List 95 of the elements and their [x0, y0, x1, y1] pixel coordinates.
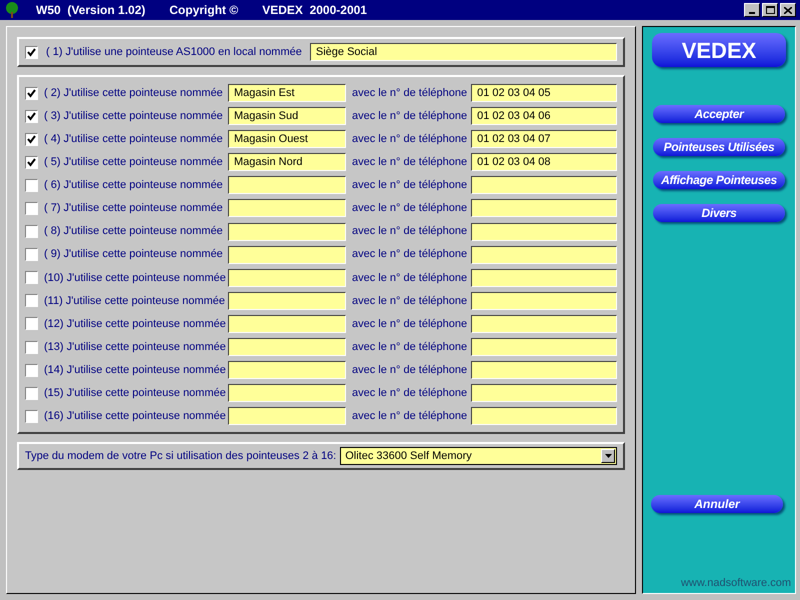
phone-label: avec le n° de téléphone — [352, 247, 468, 262]
phone-label: avec le n° de téléphone — [352, 224, 468, 240]
checkbox-label: (12) J'utilise cette pointeuse nommée — [44, 316, 227, 332]
checkbox-label: ( 6) J'utilise cette pointeuse nommée — [44, 178, 224, 194]
input-field[interactable] — [228, 338, 346, 356]
checkbox-label: (16) J'utilise cette pointeuse nommée — [44, 409, 227, 424]
checkbox[interactable] — [25, 156, 38, 169]
input-field[interactable] — [471, 292, 617, 310]
phone-label: avec le n° de téléphone — [352, 178, 468, 194]
checkbox[interactable] — [25, 410, 38, 423]
checkbox[interactable] — [25, 132, 38, 146]
checkbox-label: ( 1) J'utilise une pointeuse AS1000 en local nommée — [46, 44, 302, 60]
phone-label: avec le n° de téléphone — [352, 386, 468, 401]
window-title: VEDEX 2000-2001 — [262, 2, 367, 19]
tree-icon — [4, 2, 20, 18]
input-field[interactable] — [228, 314, 346, 333]
input-field[interactable] — [471, 314, 617, 333]
checkbox-label: (14) J'utilise cette pointeuse nommée — [44, 362, 227, 378]
checkbox-label: ( 5) J'utilise cette pointeuse nommée — [44, 155, 224, 170]
window-title: Copyright © — [169, 2, 238, 19]
input-field[interactable]: Magasin Sud — [228, 107, 346, 126]
cancel-button[interactable]: Annuler — [651, 495, 783, 513]
phone-label: avec le n° de téléphone — [352, 340, 468, 355]
sidebar-button[interactable]: Divers — [653, 204, 785, 222]
checkbox-label: ( 2) J'utilise cette pointeuse nommée — [44, 86, 224, 101]
checkbox[interactable] — [25, 340, 38, 354]
input-field[interactable] — [471, 246, 617, 264]
maximize-button[interactable] — [762, 3, 778, 17]
checkbox-label: (11) J'utilise cette pointeuse nommée — [44, 294, 226, 309]
input-field[interactable]: Magasin Ouest — [228, 130, 346, 148]
checkbox-label: ( 4) J'utilise cette pointeuse nommée — [44, 132, 224, 147]
phone-label: avec le n° de téléphone — [352, 409, 468, 424]
checkbox[interactable] — [25, 225, 38, 238]
website-url: www.nadsoftware.com — [680, 576, 791, 590]
input-field[interactable] — [471, 407, 617, 426]
checkbox[interactable] — [25, 202, 38, 215]
checkbox[interactable] — [25, 86, 38, 100]
checkbox-label: (10) J'utilise cette pointeuse nommée — [44, 270, 227, 286]
input-field[interactable] — [228, 292, 346, 310]
input-field[interactable] — [228, 268, 346, 287]
checkbox[interactable] — [25, 46, 38, 58]
phone-label: avec le n° de téléphone — [352, 108, 468, 124]
window-title: W50 (Version 1.02) — [36, 2, 146, 19]
phone-label: avec le n° de téléphone — [352, 294, 468, 309]
input-field[interactable] — [471, 361, 617, 380]
checkbox-label: ( 9) J'utilise cette pointeuse nommée — [44, 247, 224, 262]
checkbox[interactable] — [25, 386, 38, 400]
checkbox[interactable] — [25, 178, 38, 192]
phone-label: avec le n° de téléphone — [352, 362, 468, 378]
input-field[interactable] — [228, 199, 346, 218]
phone-label: avec le n° de téléphone — [352, 316, 468, 332]
checkbox[interactable] — [25, 271, 38, 284]
input-field[interactable] — [471, 384, 617, 402]
checkbox[interactable] — [25, 317, 38, 330]
input-field[interactable]: 01 02 03 04 08 — [471, 153, 617, 172]
close-icon — [784, 6, 792, 14]
checkbox[interactable] — [25, 294, 38, 308]
checkbox-label: (13) J'utilise cette pointeuse nommée — [44, 340, 227, 355]
input-field[interactable]: 01 02 03 04 05 — [471, 84, 617, 102]
checkbox[interactable] — [25, 364, 38, 377]
input-field[interactable] — [228, 407, 346, 426]
input-field[interactable] — [228, 246, 346, 264]
input-field[interactable] — [228, 384, 346, 402]
checkbox-label: ( 7) J'utilise cette pointeuse nommée — [44, 201, 224, 216]
input-field[interactable]: 01 02 03 04 06 — [471, 107, 617, 126]
close-button[interactable] — [780, 3, 796, 17]
phone-label: avec le n° de téléphone — [352, 155, 468, 170]
checkbox[interactable] — [25, 248, 38, 262]
input-field[interactable] — [228, 176, 346, 194]
sidebar-button[interactable]: Affichage Pointeuses — [653, 171, 785, 189]
sidebar-button[interactable]: Accepter — [653, 105, 785, 123]
input-field[interactable] — [228, 361, 346, 380]
checkbox-label: ( 8) J'utilise cette pointeuse nommée — [44, 224, 224, 240]
input-field[interactable] — [228, 222, 346, 241]
checkbox[interactable] — [25, 110, 38, 123]
phone-label: avec le n° de téléphone — [352, 132, 468, 147]
input-field[interactable] — [471, 268, 617, 287]
checkbox-label: (15) J'utilise cette pointeuse nommée — [44, 386, 227, 401]
checkbox-label: ( 3) J'utilise cette pointeuse nommée — [44, 108, 224, 124]
input-field[interactable]: 01 02 03 04 07 — [471, 130, 617, 148]
input-field[interactable] — [471, 176, 617, 194]
input-field[interactable] — [471, 222, 617, 241]
input-field[interactable]: Magasin Est — [228, 84, 346, 102]
sidebar-button[interactable]: Pointeuses Utilisées — [653, 138, 785, 156]
modem-label: Type du modem de votre Pc si utilisation des pointeuses 2 à 16: — [25, 449, 336, 464]
phone-label: avec le n° de téléphone — [352, 201, 468, 216]
phone-label: avec le n° de téléphone — [352, 270, 468, 286]
input-field[interactable] — [471, 338, 617, 356]
input-field[interactable]: Siège Social — [310, 43, 617, 61]
minimize-button[interactable] — [744, 3, 760, 17]
input-field[interactable]: Magasin Nord — [228, 153, 346, 172]
input-field[interactable] — [471, 199, 617, 218]
logo-badge: VEDEX — [652, 33, 786, 67]
phone-label: avec le n° de téléphone — [352, 86, 468, 101]
modem-dropdown[interactable]: Olitec 33600 Self Memory — [340, 447, 617, 466]
